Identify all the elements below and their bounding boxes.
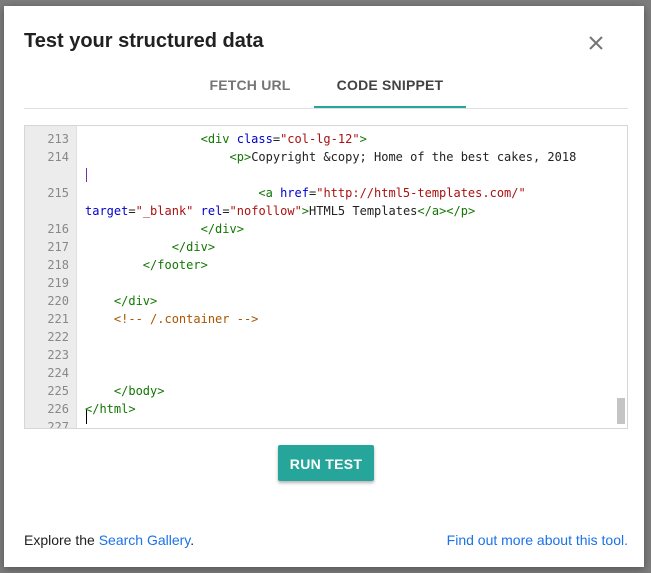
- code-line: 217 </div>: [25, 238, 627, 256]
- line-number: 224: [47, 366, 69, 380]
- code-token: >: [359, 132, 367, 146]
- code-token: </div>: [113, 294, 158, 308]
- code-token: <div: [200, 132, 237, 146]
- line-number: 216: [47, 222, 69, 236]
- line-text: <div class="col-lg-12">: [85, 130, 367, 148]
- structured-data-dialog: Test your structured data FETCH URL CODE…: [4, 6, 644, 567]
- line-number: 214: [47, 150, 69, 164]
- line-text: </html>: [85, 400, 136, 418]
- code-token: rel: [200, 204, 223, 218]
- code-line: 213 <div class="col-lg-12">: [25, 130, 627, 148]
- line-number: 227: [47, 420, 69, 429]
- line-text: <p>Copyright &copy; Home of the best cak…: [85, 148, 577, 166]
- code-token: </body>: [113, 384, 165, 398]
- search-gallery-link[interactable]: Search Gallery: [99, 532, 191, 548]
- code-token: href: [280, 186, 309, 200]
- code-token: </div>: [200, 222, 244, 236]
- tab-bar: FETCH URL CODE SNIPPET: [24, 70, 628, 109]
- code-token: <p>: [229, 150, 252, 164]
- code-line: 219: [25, 274, 627, 292]
- dialog-title: Test your structured data: [24, 30, 264, 52]
- code-token: class: [236, 132, 273, 146]
- code-line: 215 <a href="http://html5-templates.com/…: [25, 184, 627, 202]
- text-cursor: [86, 410, 87, 424]
- line-number: 219: [47, 276, 69, 290]
- line-number: 222: [47, 330, 69, 344]
- code-line: 227: [25, 418, 627, 429]
- code-token: </a></p>: [417, 204, 476, 218]
- line-text: target="_blank" rel="nofollow">HTML5 Tem…: [85, 202, 475, 220]
- code-token: "_blank": [135, 204, 194, 218]
- code-token: </html>: [85, 402, 136, 416]
- code-token: Copyright &copy; Home of the best cakes,…: [251, 150, 577, 164]
- line-number: 220: [47, 294, 69, 308]
- line-text: </body>: [85, 382, 165, 400]
- explore-footer: Explore the Search Gallery.: [24, 532, 194, 548]
- line-number: 217: [47, 240, 69, 254]
- code-line: 224: [25, 364, 627, 382]
- explore-suffix: .: [190, 532, 195, 548]
- code-token: >: [301, 204, 310, 218]
- code-line: 220 </div>: [25, 292, 627, 310]
- text-cursor: [86, 168, 87, 182]
- line-text: </div>: [85, 220, 244, 238]
- code-token: target: [85, 204, 129, 218]
- line-number: 218: [47, 258, 69, 272]
- code-line: 226 </html>: [25, 400, 627, 418]
- line-number: 221: [47, 312, 69, 326]
- code-token: </div>: [171, 240, 216, 254]
- code-line: target="_blank" rel="nofollow">HTML5 Tem…: [25, 202, 627, 220]
- explore-prefix: Explore the: [24, 532, 99, 548]
- code-editor[interactable]: 213 <div class="col-lg-12"> 214 <p>Copyri…: [24, 125, 628, 429]
- code-token: "nofollow": [229, 204, 302, 218]
- line-text: <a href="http://html5-templates.com/": [85, 184, 526, 202]
- close-icon[interactable]: [584, 31, 608, 55]
- code-token: =: [128, 204, 136, 218]
- code-line: 216 </div>: [25, 220, 627, 238]
- line-text: </div>: [85, 292, 157, 310]
- line-text: </div>: [85, 238, 215, 256]
- line-number: 223: [47, 348, 69, 362]
- code-line: 222: [25, 328, 627, 346]
- code-line: 225 </body>: [25, 382, 627, 400]
- run-test-button[interactable]: RUN TEST: [278, 445, 374, 481]
- code-line: 223: [25, 346, 627, 364]
- line-number: 213: [47, 132, 69, 146]
- tab-code-snippet[interactable]: CODE SNIPPET: [314, 70, 466, 108]
- line-text: <!-- /.container -->: [85, 310, 259, 328]
- code-token: =: [222, 204, 230, 218]
- code-line: 221 <!-- /.container -->: [25, 310, 627, 328]
- code-token: "http://html5-templates.com/": [316, 186, 526, 200]
- find-out-more-link[interactable]: Find out more about this tool.: [447, 532, 628, 548]
- code-line: 218 </footer>: [25, 256, 627, 274]
- line-number: 215: [47, 186, 69, 200]
- line-number: 225: [47, 384, 69, 398]
- code-token: =: [272, 132, 281, 146]
- line-text: </footer>: [85, 256, 208, 274]
- tab-fetch-url[interactable]: FETCH URL: [194, 70, 306, 107]
- code-line: 214 <p>Copyright &copy; Home of the best…: [25, 148, 627, 166]
- line-number: 226: [47, 402, 69, 416]
- code-token: <!-- /.container -->: [113, 312, 259, 326]
- code-token: HTML5 Templates: [309, 204, 418, 218]
- editor-scrollbar[interactable]: [617, 398, 625, 424]
- code-token: "col-lg-12": [280, 132, 360, 146]
- code-token: <a: [258, 186, 281, 200]
- code-token: </footer>: [142, 258, 208, 272]
